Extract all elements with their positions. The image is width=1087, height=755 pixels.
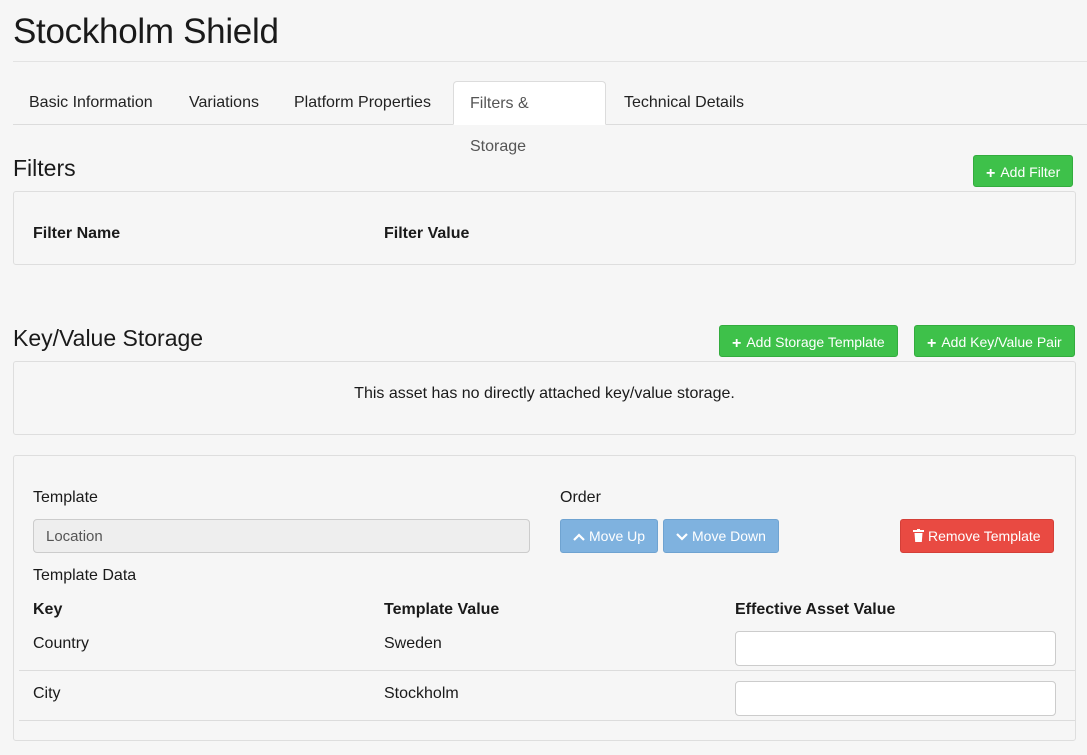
row-key: Country bbox=[33, 635, 90, 652]
effective-value-input-country[interactable] bbox=[735, 631, 1056, 666]
tab-platform-properties[interactable]: Platform Properties bbox=[278, 81, 447, 124]
filter-name-header: Filter Name bbox=[33, 225, 121, 242]
move-down-button[interactable]: Move Down bbox=[663, 519, 779, 553]
page-title: Stockholm Shield bbox=[13, 12, 279, 51]
row-template-value: Sweden bbox=[384, 635, 442, 652]
template-select[interactable]: Location bbox=[33, 519, 530, 553]
add-key-value-pair-button[interactable]: + Add Key/Value Pair bbox=[914, 325, 1075, 357]
row-divider bbox=[19, 670, 1075, 671]
chevron-up-icon bbox=[573, 533, 585, 541]
trash-icon bbox=[913, 529, 924, 542]
filters-table: Filter Name Filter Value bbox=[13, 191, 1076, 265]
move-up-button[interactable]: Move Up bbox=[560, 519, 659, 553]
tab-basic-information[interactable]: Basic Information bbox=[13, 81, 169, 124]
kv-storage-empty-panel: This asset has no directly attached key/… bbox=[13, 361, 1076, 435]
row-key: City bbox=[33, 685, 61, 702]
tab-filters-storage[interactable]: Filters & Storage bbox=[453, 81, 606, 155]
plus-icon: + bbox=[732, 335, 742, 352]
add-storage-template-button[interactable]: + Add Storage Template bbox=[719, 325, 898, 357]
tab-bar: Basic Information Variations Platform Pr… bbox=[13, 81, 1087, 155]
row-template-value: Stockholm bbox=[384, 685, 459, 702]
row-divider bbox=[19, 720, 1075, 721]
storage-template-panel: Template Location Order Move Up Move Dow… bbox=[13, 455, 1076, 741]
effective-value-input-city[interactable] bbox=[735, 681, 1056, 716]
plus-icon: + bbox=[927, 335, 937, 352]
remove-template-button[interactable]: Remove Template bbox=[900, 519, 1054, 553]
plus-icon: + bbox=[986, 165, 996, 182]
template-label: Template bbox=[33, 489, 98, 506]
tab-variations[interactable]: Variations bbox=[173, 81, 275, 124]
template-data-label: Template Data bbox=[33, 567, 137, 584]
key-column-header: Key bbox=[33, 601, 63, 618]
filter-value-header: Filter Value bbox=[384, 225, 470, 242]
tab-technical-details[interactable]: Technical Details bbox=[608, 81, 760, 124]
add-filter-button[interactable]: + Add Filter bbox=[973, 155, 1074, 187]
empty-storage-message: This asset has no directly attached key/… bbox=[354, 385, 735, 402]
effective-value-column-header: Effective Asset Value bbox=[735, 601, 896, 618]
filters-heading: Filters bbox=[13, 155, 76, 181]
kv-storage-heading: Key/Value Storage bbox=[13, 325, 204, 351]
title-divider bbox=[13, 61, 1087, 62]
template-value-column-header: Template Value bbox=[384, 601, 500, 618]
chevron-down-icon bbox=[676, 533, 688, 541]
order-label: Order bbox=[560, 489, 601, 506]
